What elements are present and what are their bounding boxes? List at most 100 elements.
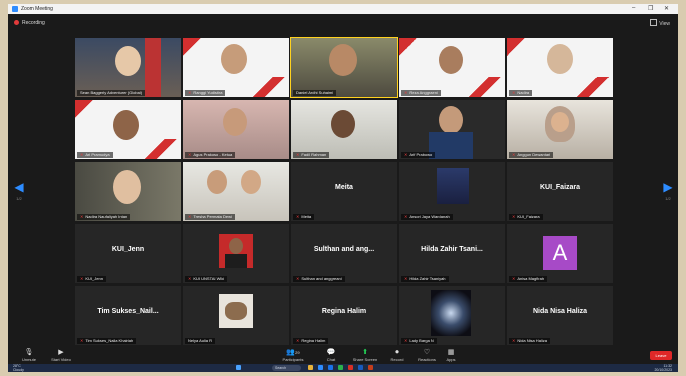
participant-tile[interactable]: ✕ Nadira — [507, 38, 613, 97]
participant-tile[interactable]: Hilda Zahir Tsani... ✕ Hilda Zahir Tsaniy… — [399, 224, 505, 283]
participant-tile[interactable]: ✕ Arif Prabowo — [399, 100, 505, 159]
participant-tile-active-speaker[interactable]: Daniel Ardhi Suhaimi — [290, 37, 398, 98]
muted-mic-icon: ✕ — [188, 90, 192, 95]
apps-button[interactable]: ▦ Apps — [436, 349, 466, 362]
participant-tile[interactable]: ✕ KUI UNSTAI Wiki — [183, 224, 289, 283]
start-menu-icon[interactable] — [236, 365, 241, 370]
muted-mic-icon: ✕ — [296, 152, 300, 157]
view-button[interactable]: View — [650, 19, 670, 27]
banner-stripe — [141, 139, 181, 159]
participant-tile[interactable]: Tim Sukses_Nail... ✕ Tim Sukses_Naila Kha… — [75, 286, 181, 345]
muted-mic-icon: ✕ — [188, 276, 192, 281]
participant-tile[interactable]: Nida Nisa Haliza ✕ Nida Nisa Haliza — [507, 286, 613, 345]
participant-gallery: Sean Baggerly Adventurer (Global) ✕ Rangg… — [75, 37, 615, 348]
weather-widget[interactable]: 28°C Cloudy — [13, 364, 24, 372]
participant-name-label: ✕ Ari Pramudya — [77, 152, 113, 158]
person-face — [207, 170, 227, 194]
muted-mic-icon: ✕ — [512, 214, 516, 219]
participant-name: KUI_Faizara — [517, 214, 540, 219]
participant-tile[interactable]: ✕ Ansori Jaya Wardanah — [399, 162, 505, 221]
zoom-window: Zoom Meeting – ❐ ✕ Recording View ◀ 1/2 … — [8, 4, 678, 372]
edge-icon[interactable] — [327, 365, 333, 370]
participant-tile[interactable]: A ✕ Anisa Magfirah — [507, 224, 613, 283]
zoom-app-icon — [12, 6, 18, 12]
chrome-icon[interactable] — [347, 365, 353, 370]
close-icon[interactable]: ✕ — [664, 5, 669, 12]
participant-tile[interactable]: ✕ Nadira Naufaliyah Intan — [75, 162, 181, 221]
participant-tile[interactable]: ✕ Lady Barga N — [399, 286, 505, 345]
chat-label: Chat — [326, 357, 336, 362]
apps-label: Apps — [446, 357, 456, 362]
participant-name: Sean Baggerly Adventurer (Global) — [80, 90, 143, 95]
participant-video — [399, 38, 505, 97]
participants-button[interactable]: 👥29 Participants — [278, 349, 308, 362]
participant-video — [75, 38, 181, 97]
participant-name: Hilda Zahir Tsaniyah — [409, 276, 446, 281]
taskbar-clock[interactable]: 11:32 20/10/2023 — [654, 364, 672, 372]
participant-tile[interactable]: Meita ✕ Meita — [291, 162, 397, 221]
file-explorer-icon[interactable] — [308, 365, 313, 370]
participant-tile[interactable]: Sulthan and ang... ✕ Sulthan and anggrean… — [291, 224, 397, 283]
participant-name-label: ✕ Nadira — [509, 90, 533, 96]
word-icon[interactable] — [357, 365, 363, 370]
person-suit — [429, 132, 473, 159]
participant-name-label: ✕ Arif Prabowo — [401, 152, 436, 158]
participant-tile[interactable]: KUI_Jenn ✕ KUI_Jenn — [75, 224, 181, 283]
weather-text: Cloudy — [13, 367, 24, 372]
participant-name-label: ✕ Lady Barga N — [401, 338, 437, 344]
participant-display-name: Nida Nisa Haliza — [532, 308, 588, 315]
taskbar-search[interactable]: Search — [272, 365, 301, 371]
participant-display-name: Tim Sukses_Nail... — [97, 308, 159, 315]
participant-tile[interactable]: Regina Halim ✕ Regina Halim — [291, 286, 397, 345]
muted-mic-icon: ✕ — [512, 90, 516, 95]
participant-tile[interactable]: ✕ Reza Anggraeni — [399, 38, 505, 97]
zoom-taskbar-icon[interactable] — [317, 365, 323, 370]
grid-view-icon — [650, 19, 658, 26]
participant-name-label: ✕ Tresha Permata Dewi — [185, 214, 235, 220]
participants-icon: 👥29 — [286, 349, 300, 356]
person-face — [113, 110, 139, 140]
maximize-icon[interactable]: ❐ — [648, 5, 653, 12]
minimize-icon[interactable]: – — [632, 5, 635, 11]
chat-button[interactable]: 💬 Chat — [316, 349, 346, 362]
record-label: Record — [390, 357, 404, 362]
participant-name: Nadira — [517, 90, 530, 95]
windows-taskbar: 28°C Cloudy Search 11:32 20/10/2023 — [8, 364, 678, 372]
participant-video — [291, 100, 397, 159]
start-video-button[interactable]: ▶ Start Video — [46, 349, 76, 362]
powerpoint-icon[interactable] — [367, 365, 373, 370]
participant-tile[interactable]: ✕ Fadil Rahman — [291, 100, 397, 159]
participant-tile[interactable]: KUI_Faizara ✕ KUI_Faizara — [507, 162, 613, 221]
unmute-button[interactable]: 🎙 Unmute — [14, 349, 44, 362]
reactions-label: Reactions — [418, 357, 436, 362]
participant-name-label: ✕ KUI_Faizara — [509, 214, 543, 220]
share-screen-button[interactable]: ⬆ Share Screen — [350, 349, 380, 362]
participant-name: Tim Sukses_Naila Khairiah — [85, 338, 134, 343]
participant-tile[interactable]: Nelya Aulia R — [183, 286, 289, 345]
banner-stripe — [183, 38, 223, 58]
recording-icon — [14, 20, 19, 25]
participant-tile[interactable]: ✕ Ari Pramudya — [75, 100, 181, 159]
participant-tile[interactable]: ✕ Tresha Permata Dewi — [183, 162, 289, 221]
muted-mic-icon: ✕ — [296, 214, 300, 219]
next-page-arrow[interactable]: ▶ — [663, 179, 673, 195]
participant-name-label: ✕ Nida Nisa Haliza — [509, 338, 550, 344]
flag — [145, 38, 161, 97]
participant-tile[interactable]: ✕ Anggun Dewantari — [507, 100, 613, 159]
banner-stripe — [75, 100, 115, 120]
whatsapp-icon[interactable] — [337, 365, 343, 370]
previous-page-arrow[interactable]: ◀ — [14, 179, 24, 195]
participant-video — [75, 162, 181, 221]
record-button[interactable]: ⏺ Record — [382, 349, 412, 362]
leave-button[interactable]: Leave — [650, 351, 672, 360]
participant-name: KUI UNSTAI Wiki — [193, 276, 225, 281]
muted-mic-icon: ✕ — [404, 276, 408, 281]
participant-tile[interactable]: Sean Baggerly Adventurer (Global) — [75, 38, 181, 97]
participant-name: Daniel Ardhi Suhaimi — [296, 90, 334, 95]
person-face — [329, 44, 357, 76]
participant-name-label: ✕ Anisa Magfirah — [509, 276, 548, 282]
person-face — [115, 46, 141, 76]
participant-tile[interactable]: ✕ Ranggi Yudistira — [183, 38, 289, 97]
banner-stripe — [507, 38, 547, 58]
participant-tile[interactable]: ✕ Agus Prakoso - Ketua — [183, 100, 289, 159]
